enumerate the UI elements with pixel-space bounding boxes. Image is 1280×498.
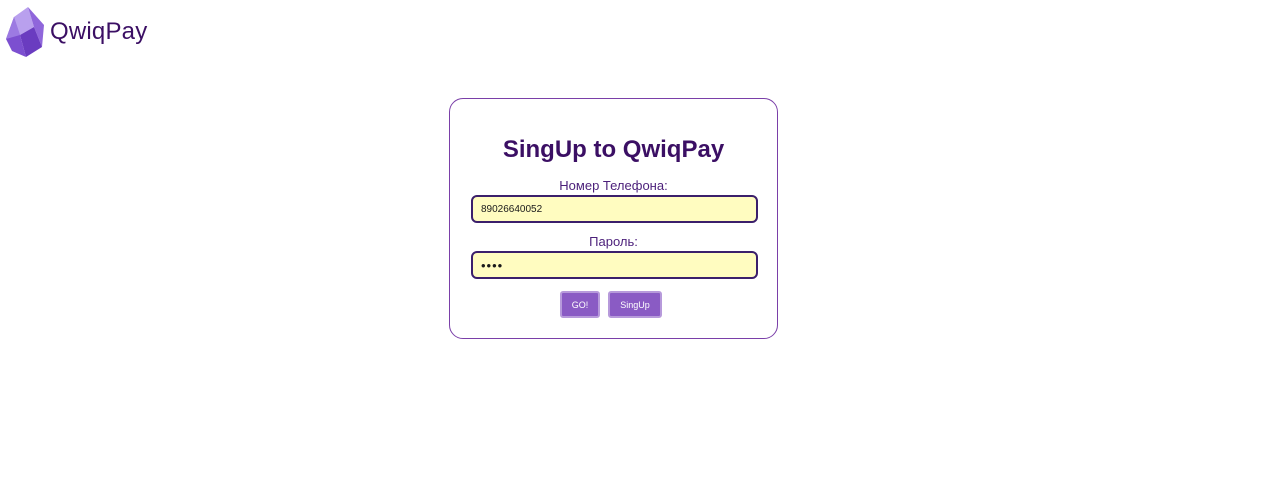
phone-label: Номер Телефона: [559,178,668,193]
password-input[interactable] [471,251,758,279]
form-title: SingUp to QwiqPay [502,136,725,163]
singup-button[interactable]: SingUp [608,291,662,318]
brand-name: QwiqPay [50,18,148,45]
crystal-logo-icon [6,7,44,57]
go-button[interactable]: GO! [560,291,600,318]
password-label: Пароль: [589,234,638,249]
phone-input[interactable] [471,195,758,223]
brand-logo[interactable]: QwiqPay [4,4,147,60]
header: QwiqPay [0,0,1280,64]
